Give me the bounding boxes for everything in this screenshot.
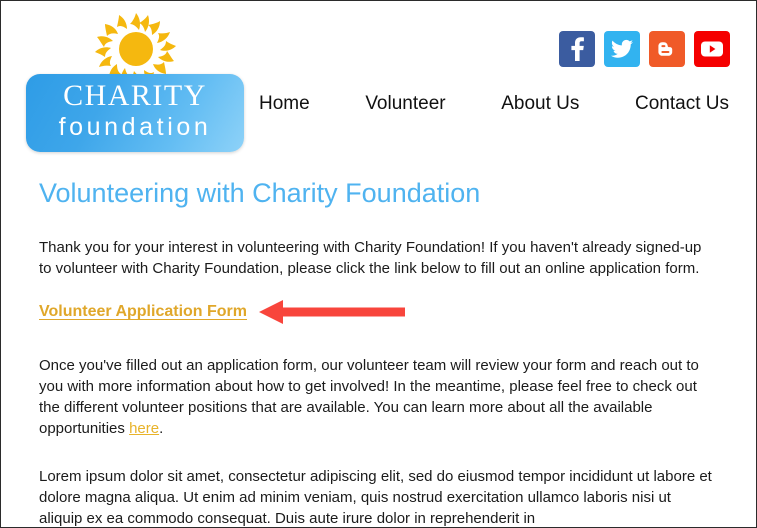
followup-text-after: . bbox=[159, 420, 164, 437]
logo-title-charity: CHARITY bbox=[63, 79, 207, 112]
lorem-ipsum-paragraph: Lorem ipsum dolor sit amet, consectetur … bbox=[39, 468, 712, 527]
blogger-icon[interactable] bbox=[649, 31, 685, 67]
volunteer-application-form-link[interactable]: Volunteer Application Form bbox=[39, 302, 247, 322]
social-links bbox=[559, 31, 730, 67]
nav-item-contact-us[interactable]: Contact Us bbox=[635, 93, 729, 115]
main-content: Volunteering with Charity Foundation Tha… bbox=[1, 161, 756, 527]
browser-page: CHARITY foundation Home Volunteer About … bbox=[0, 0, 757, 528]
intro-paragraph: Thank you for your interest in volunteer… bbox=[39, 239, 702, 277]
logo-title-foundation: foundation bbox=[58, 113, 212, 141]
logo-wordmark-box: CHARITY foundation bbox=[26, 74, 244, 152]
facebook-icon[interactable] bbox=[559, 31, 595, 67]
nav-item-about-us[interactable]: About Us bbox=[501, 93, 579, 115]
nav-item-volunteer[interactable]: Volunteer bbox=[365, 93, 445, 115]
page-title: Volunteering with Charity Foundation bbox=[39, 178, 481, 208]
twitter-icon[interactable] bbox=[604, 31, 640, 67]
nav-item-home[interactable]: Home bbox=[259, 93, 310, 115]
site-logo[interactable]: CHARITY foundation bbox=[26, 9, 244, 152]
here-link[interactable]: here bbox=[129, 420, 159, 437]
red-left-arrow-annotation bbox=[257, 299, 407, 325]
site-header: CHARITY foundation Home Volunteer About … bbox=[1, 1, 756, 161]
followup-paragraph: Once you've filled out an application fo… bbox=[39, 355, 718, 439]
application-form-row: Volunteer Application Form bbox=[39, 299, 718, 328]
youtube-icon[interactable] bbox=[694, 31, 730, 67]
primary-navigation: Home Volunteer About Us Contact Us bbox=[259, 93, 729, 115]
